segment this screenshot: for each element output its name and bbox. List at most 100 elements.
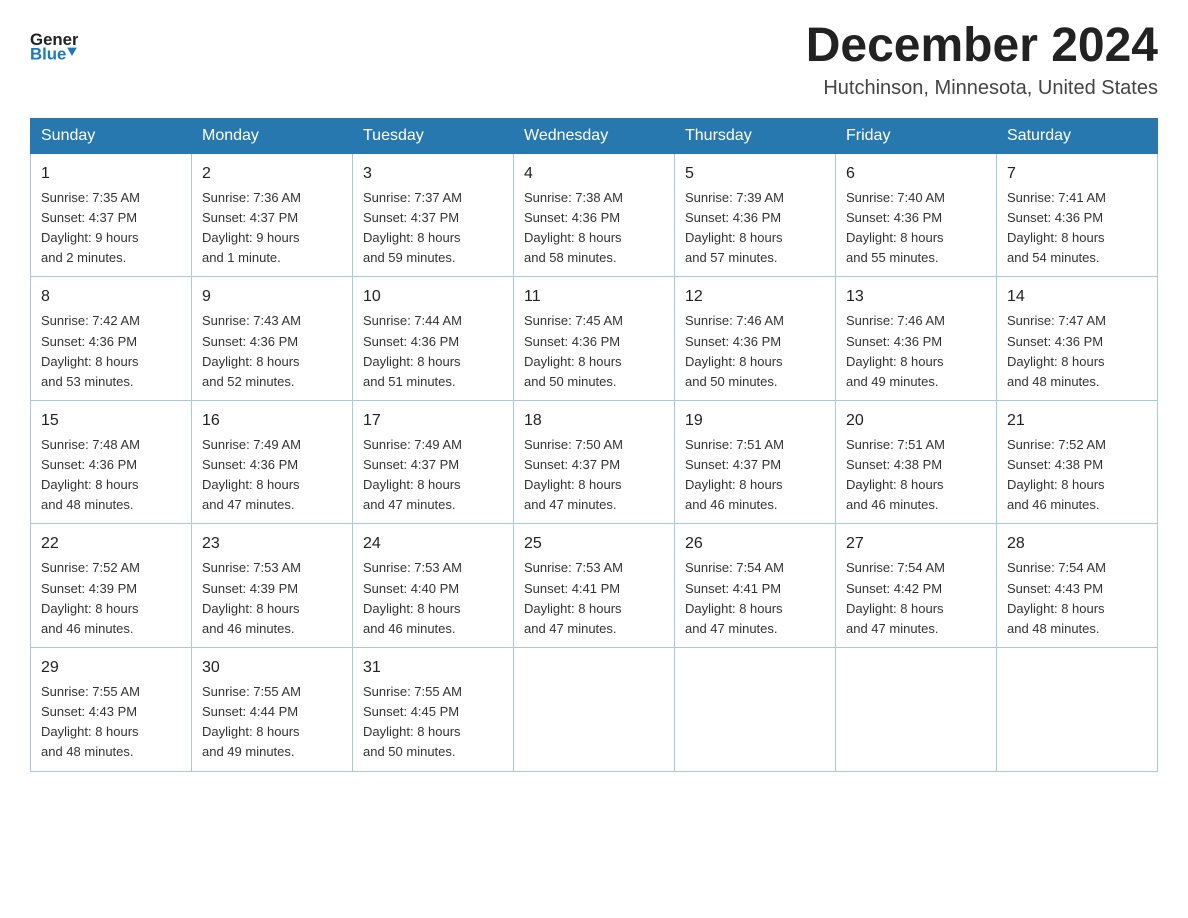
day-info: Sunrise: 7:45 AMSunset: 4:36 PMDaylight:… — [524, 311, 664, 392]
day-number: 31 — [363, 656, 503, 680]
day-info: Sunrise: 7:51 AMSunset: 4:37 PMDaylight:… — [685, 435, 825, 516]
day-info: Sunrise: 7:52 AMSunset: 4:39 PMDaylight:… — [41, 558, 181, 639]
day-info: Sunrise: 7:46 AMSunset: 4:36 PMDaylight:… — [685, 311, 825, 392]
day-cell: 10 Sunrise: 7:44 AMSunset: 4:36 PMDaylig… — [353, 277, 514, 401]
day-cell: 30 Sunrise: 7:55 AMSunset: 4:44 PMDaylig… — [192, 648, 353, 772]
week-row-1: 1 Sunrise: 7:35 AMSunset: 4:37 PMDayligh… — [31, 153, 1158, 277]
day-number: 27 — [846, 532, 986, 556]
day-info: Sunrise: 7:54 AMSunset: 4:43 PMDaylight:… — [1007, 558, 1147, 639]
day-number: 6 — [846, 162, 986, 186]
day-cell: 8 Sunrise: 7:42 AMSunset: 4:36 PMDayligh… — [31, 277, 192, 401]
day-cell: 2 Sunrise: 7:36 AMSunset: 4:37 PMDayligh… — [192, 153, 353, 277]
day-cell: 13 Sunrise: 7:46 AMSunset: 4:36 PMDaylig… — [836, 277, 997, 401]
day-number: 7 — [1007, 162, 1147, 186]
day-info: Sunrise: 7:42 AMSunset: 4:36 PMDaylight:… — [41, 311, 181, 392]
day-number: 8 — [41, 285, 181, 309]
day-info: Sunrise: 7:48 AMSunset: 4:36 PMDaylight:… — [41, 435, 181, 516]
day-cell: 19 Sunrise: 7:51 AMSunset: 4:37 PMDaylig… — [675, 400, 836, 524]
day-cell: 31 Sunrise: 7:55 AMSunset: 4:45 PMDaylig… — [353, 648, 514, 772]
day-info: Sunrise: 7:51 AMSunset: 4:38 PMDaylight:… — [846, 435, 986, 516]
days-of-week-row: Sunday Monday Tuesday Wednesday Thursday… — [31, 118, 1158, 153]
day-number: 25 — [524, 532, 664, 556]
day-number: 29 — [41, 656, 181, 680]
header-sunday: Sunday — [31, 118, 192, 153]
day-cell: 11 Sunrise: 7:45 AMSunset: 4:36 PMDaylig… — [514, 277, 675, 401]
page-header: General Blue December 2024 Hutchinson, M… — [30, 20, 1158, 100]
day-number: 23 — [202, 532, 342, 556]
day-cell: 20 Sunrise: 7:51 AMSunset: 4:38 PMDaylig… — [836, 400, 997, 524]
day-info: Sunrise: 7:53 AMSunset: 4:40 PMDaylight:… — [363, 558, 503, 639]
day-cell: 18 Sunrise: 7:50 AMSunset: 4:37 PMDaylig… — [514, 400, 675, 524]
day-cell: 25 Sunrise: 7:53 AMSunset: 4:41 PMDaylig… — [514, 524, 675, 648]
day-info: Sunrise: 7:53 AMSunset: 4:41 PMDaylight:… — [524, 558, 664, 639]
day-info: Sunrise: 7:36 AMSunset: 4:37 PMDaylight:… — [202, 188, 342, 269]
title-area: December 2024 Hutchinson, Minnesota, Uni… — [806, 20, 1158, 100]
day-info: Sunrise: 7:41 AMSunset: 4:36 PMDaylight:… — [1007, 188, 1147, 269]
day-cell: 6 Sunrise: 7:40 AMSunset: 4:36 PMDayligh… — [836, 153, 997, 277]
day-cell: 5 Sunrise: 7:39 AMSunset: 4:36 PMDayligh… — [675, 153, 836, 277]
week-row-4: 22 Sunrise: 7:52 AMSunset: 4:39 PMDaylig… — [31, 524, 1158, 648]
logo-icon: General Blue — [30, 20, 78, 68]
day-number: 2 — [202, 162, 342, 186]
day-number: 1 — [41, 162, 181, 186]
day-number: 21 — [1007, 409, 1147, 433]
day-cell: 3 Sunrise: 7:37 AMSunset: 4:37 PMDayligh… — [353, 153, 514, 277]
day-cell: 21 Sunrise: 7:52 AMSunset: 4:38 PMDaylig… — [997, 400, 1158, 524]
day-info: Sunrise: 7:46 AMSunset: 4:36 PMDaylight:… — [846, 311, 986, 392]
calendar-table: Sunday Monday Tuesday Wednesday Thursday… — [30, 118, 1158, 772]
day-number: 11 — [524, 285, 664, 309]
svg-text:Blue: Blue — [30, 45, 66, 64]
day-number: 13 — [846, 285, 986, 309]
day-number: 19 — [685, 409, 825, 433]
day-number: 30 — [202, 656, 342, 680]
day-cell: 29 Sunrise: 7:55 AMSunset: 4:43 PMDaylig… — [31, 648, 192, 772]
day-info: Sunrise: 7:35 AMSunset: 4:37 PMDaylight:… — [41, 188, 181, 269]
day-cell: 27 Sunrise: 7:54 AMSunset: 4:42 PMDaylig… — [836, 524, 997, 648]
day-number: 26 — [685, 532, 825, 556]
week-row-2: 8 Sunrise: 7:42 AMSunset: 4:36 PMDayligh… — [31, 277, 1158, 401]
day-number: 28 — [1007, 532, 1147, 556]
day-cell — [514, 648, 675, 772]
day-cell — [997, 648, 1158, 772]
day-cell: 24 Sunrise: 7:53 AMSunset: 4:40 PMDaylig… — [353, 524, 514, 648]
day-info: Sunrise: 7:53 AMSunset: 4:39 PMDaylight:… — [202, 558, 342, 639]
week-row-3: 15 Sunrise: 7:48 AMSunset: 4:36 PMDaylig… — [31, 400, 1158, 524]
header-wednesday: Wednesday — [514, 118, 675, 153]
day-cell — [836, 648, 997, 772]
day-number: 3 — [363, 162, 503, 186]
day-number: 16 — [202, 409, 342, 433]
day-cell: 22 Sunrise: 7:52 AMSunset: 4:39 PMDaylig… — [31, 524, 192, 648]
day-info: Sunrise: 7:39 AMSunset: 4:36 PMDaylight:… — [685, 188, 825, 269]
location-title: Hutchinson, Minnesota, United States — [806, 77, 1158, 100]
day-info: Sunrise: 7:55 AMSunset: 4:43 PMDaylight:… — [41, 682, 181, 763]
day-number: 12 — [685, 285, 825, 309]
header-friday: Friday — [836, 118, 997, 153]
header-thursday: Thursday — [675, 118, 836, 153]
day-cell: 9 Sunrise: 7:43 AMSunset: 4:36 PMDayligh… — [192, 277, 353, 401]
day-cell — [675, 648, 836, 772]
day-info: Sunrise: 7:47 AMSunset: 4:36 PMDaylight:… — [1007, 311, 1147, 392]
day-info: Sunrise: 7:38 AMSunset: 4:36 PMDaylight:… — [524, 188, 664, 269]
day-info: Sunrise: 7:50 AMSunset: 4:37 PMDaylight:… — [524, 435, 664, 516]
day-info: Sunrise: 7:43 AMSunset: 4:36 PMDaylight:… — [202, 311, 342, 392]
day-cell: 23 Sunrise: 7:53 AMSunset: 4:39 PMDaylig… — [192, 524, 353, 648]
header-tuesday: Tuesday — [353, 118, 514, 153]
day-number: 18 — [524, 409, 664, 433]
logo: General Blue — [30, 20, 80, 68]
day-info: Sunrise: 7:54 AMSunset: 4:42 PMDaylight:… — [846, 558, 986, 639]
day-cell: 7 Sunrise: 7:41 AMSunset: 4:36 PMDayligh… — [997, 153, 1158, 277]
day-info: Sunrise: 7:37 AMSunset: 4:37 PMDaylight:… — [363, 188, 503, 269]
day-number: 22 — [41, 532, 181, 556]
day-cell: 14 Sunrise: 7:47 AMSunset: 4:36 PMDaylig… — [997, 277, 1158, 401]
day-info: Sunrise: 7:52 AMSunset: 4:38 PMDaylight:… — [1007, 435, 1147, 516]
day-info: Sunrise: 7:49 AMSunset: 4:36 PMDaylight:… — [202, 435, 342, 516]
header-monday: Monday — [192, 118, 353, 153]
day-info: Sunrise: 7:44 AMSunset: 4:36 PMDaylight:… — [363, 311, 503, 392]
day-info: Sunrise: 7:55 AMSunset: 4:44 PMDaylight:… — [202, 682, 342, 763]
day-cell: 15 Sunrise: 7:48 AMSunset: 4:36 PMDaylig… — [31, 400, 192, 524]
day-number: 14 — [1007, 285, 1147, 309]
day-number: 4 — [524, 162, 664, 186]
day-cell: 12 Sunrise: 7:46 AMSunset: 4:36 PMDaylig… — [675, 277, 836, 401]
day-number: 9 — [202, 285, 342, 309]
day-cell: 1 Sunrise: 7:35 AMSunset: 4:37 PMDayligh… — [31, 153, 192, 277]
